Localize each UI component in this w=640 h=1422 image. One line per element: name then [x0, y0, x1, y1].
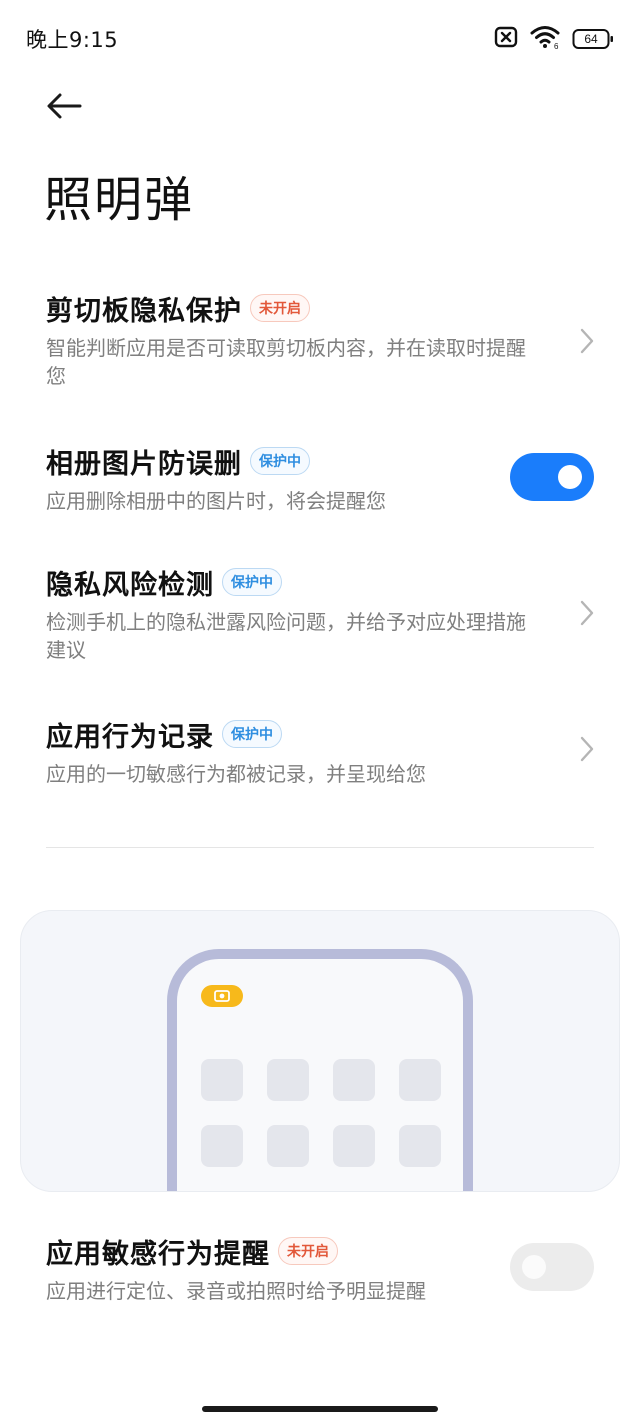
setting-header: 隐私风险检测 保护中 [46, 564, 606, 601]
setting-description: 智能判断应用是否可读取剪切板内容，并在读取时提醒您 [46, 336, 526, 388]
setting-title: 相册图片防误删 [46, 448, 242, 480]
setting-title: 应用行为记录 [46, 721, 214, 753]
status-icons: 6 64 [494, 26, 614, 52]
setting-description: 应用进行定位、录音或拍照时给予明显提醒 [46, 1279, 426, 1303]
status-time: 晚上9:15 [26, 28, 119, 52]
status-badge: 未开启 [278, 1237, 338, 1265]
toggle-knob [522, 1255, 546, 1279]
svg-text:6: 6 [554, 42, 559, 49]
setting-header: 剪切板隐私保护 未开启 [46, 290, 606, 327]
app-tile [267, 1125, 309, 1167]
app-tile [333, 1125, 375, 1167]
phone-illustration [167, 949, 473, 1191]
setting-privacy-risk-check[interactable]: 隐私风险检测 保护中 检测手机上的隐私泄露风险问题，并给予对应处理措施建议 [46, 564, 606, 664]
setting-description: 检测手机上的隐私泄露风险问题，并给予对应处理措施建议 [46, 610, 526, 662]
setting-album-delete-protect: 相册图片防误删 保护中 应用删除相册中的图片时，将会提醒您 [46, 443, 606, 513]
home-indicator[interactable] [202, 1406, 438, 1412]
app-tile [201, 1059, 243, 1101]
setting-clipboard-privacy[interactable]: 剪切板隐私保护 未开启 智能判断应用是否可读取剪切板内容，并在读取时提醒您 [46, 290, 606, 390]
app-tile [399, 1125, 441, 1167]
setting-title: 剪切板隐私保护 [46, 295, 242, 327]
app-tile [333, 1059, 375, 1101]
sim-off-icon [494, 26, 518, 52]
chevron-right-icon [576, 326, 598, 356]
setting-description: 应用删除相册中的图片时，将会提醒您 [46, 489, 386, 513]
album-protect-toggle[interactable] [510, 453, 594, 501]
status-badge: 保护中 [222, 568, 282, 596]
page-title: 照明弹 [44, 172, 195, 228]
arrow-left-icon [44, 91, 84, 125]
setting-sensitive-behavior-reminder: 应用敏感行为提醒 未开启 应用进行定位、录音或拍照时给予明显提醒 [46, 1233, 606, 1303]
setting-title: 隐私风险检测 [46, 569, 214, 601]
wifi-icon: 6 [530, 25, 560, 53]
back-button[interactable] [40, 86, 88, 130]
status-badge: 保护中 [250, 447, 310, 475]
toggle-knob [558, 465, 582, 489]
chevron-right-icon [576, 734, 598, 764]
setting-header: 应用行为记录 保护中 [46, 716, 606, 753]
status-badge: 未开启 [250, 294, 310, 322]
camera-indicator [201, 985, 243, 1007]
battery-icon: 64 [572, 28, 614, 50]
sensitive-reminder-toggle[interactable] [510, 1243, 594, 1291]
setting-title: 应用敏感行为提醒 [46, 1238, 270, 1270]
illustration-card [20, 910, 620, 1192]
status-bar: 晚上9:15 6 64 [0, 0, 640, 76]
setting-app-behavior-record[interactable]: 应用行为记录 保护中 应用的一切敏感行为都被记录，并呈现给您 [46, 716, 606, 786]
chevron-right-icon [576, 598, 598, 628]
section-divider [46, 847, 594, 848]
app-icon-grid [201, 1059, 441, 1167]
app-tile [201, 1125, 243, 1167]
battery-level: 64 [584, 32, 598, 46]
app-tile [267, 1059, 309, 1101]
setting-description: 应用的一切敏感行为都被记录，并呈现给您 [46, 762, 426, 786]
status-badge: 保护中 [222, 720, 282, 748]
app-tile [399, 1059, 441, 1101]
